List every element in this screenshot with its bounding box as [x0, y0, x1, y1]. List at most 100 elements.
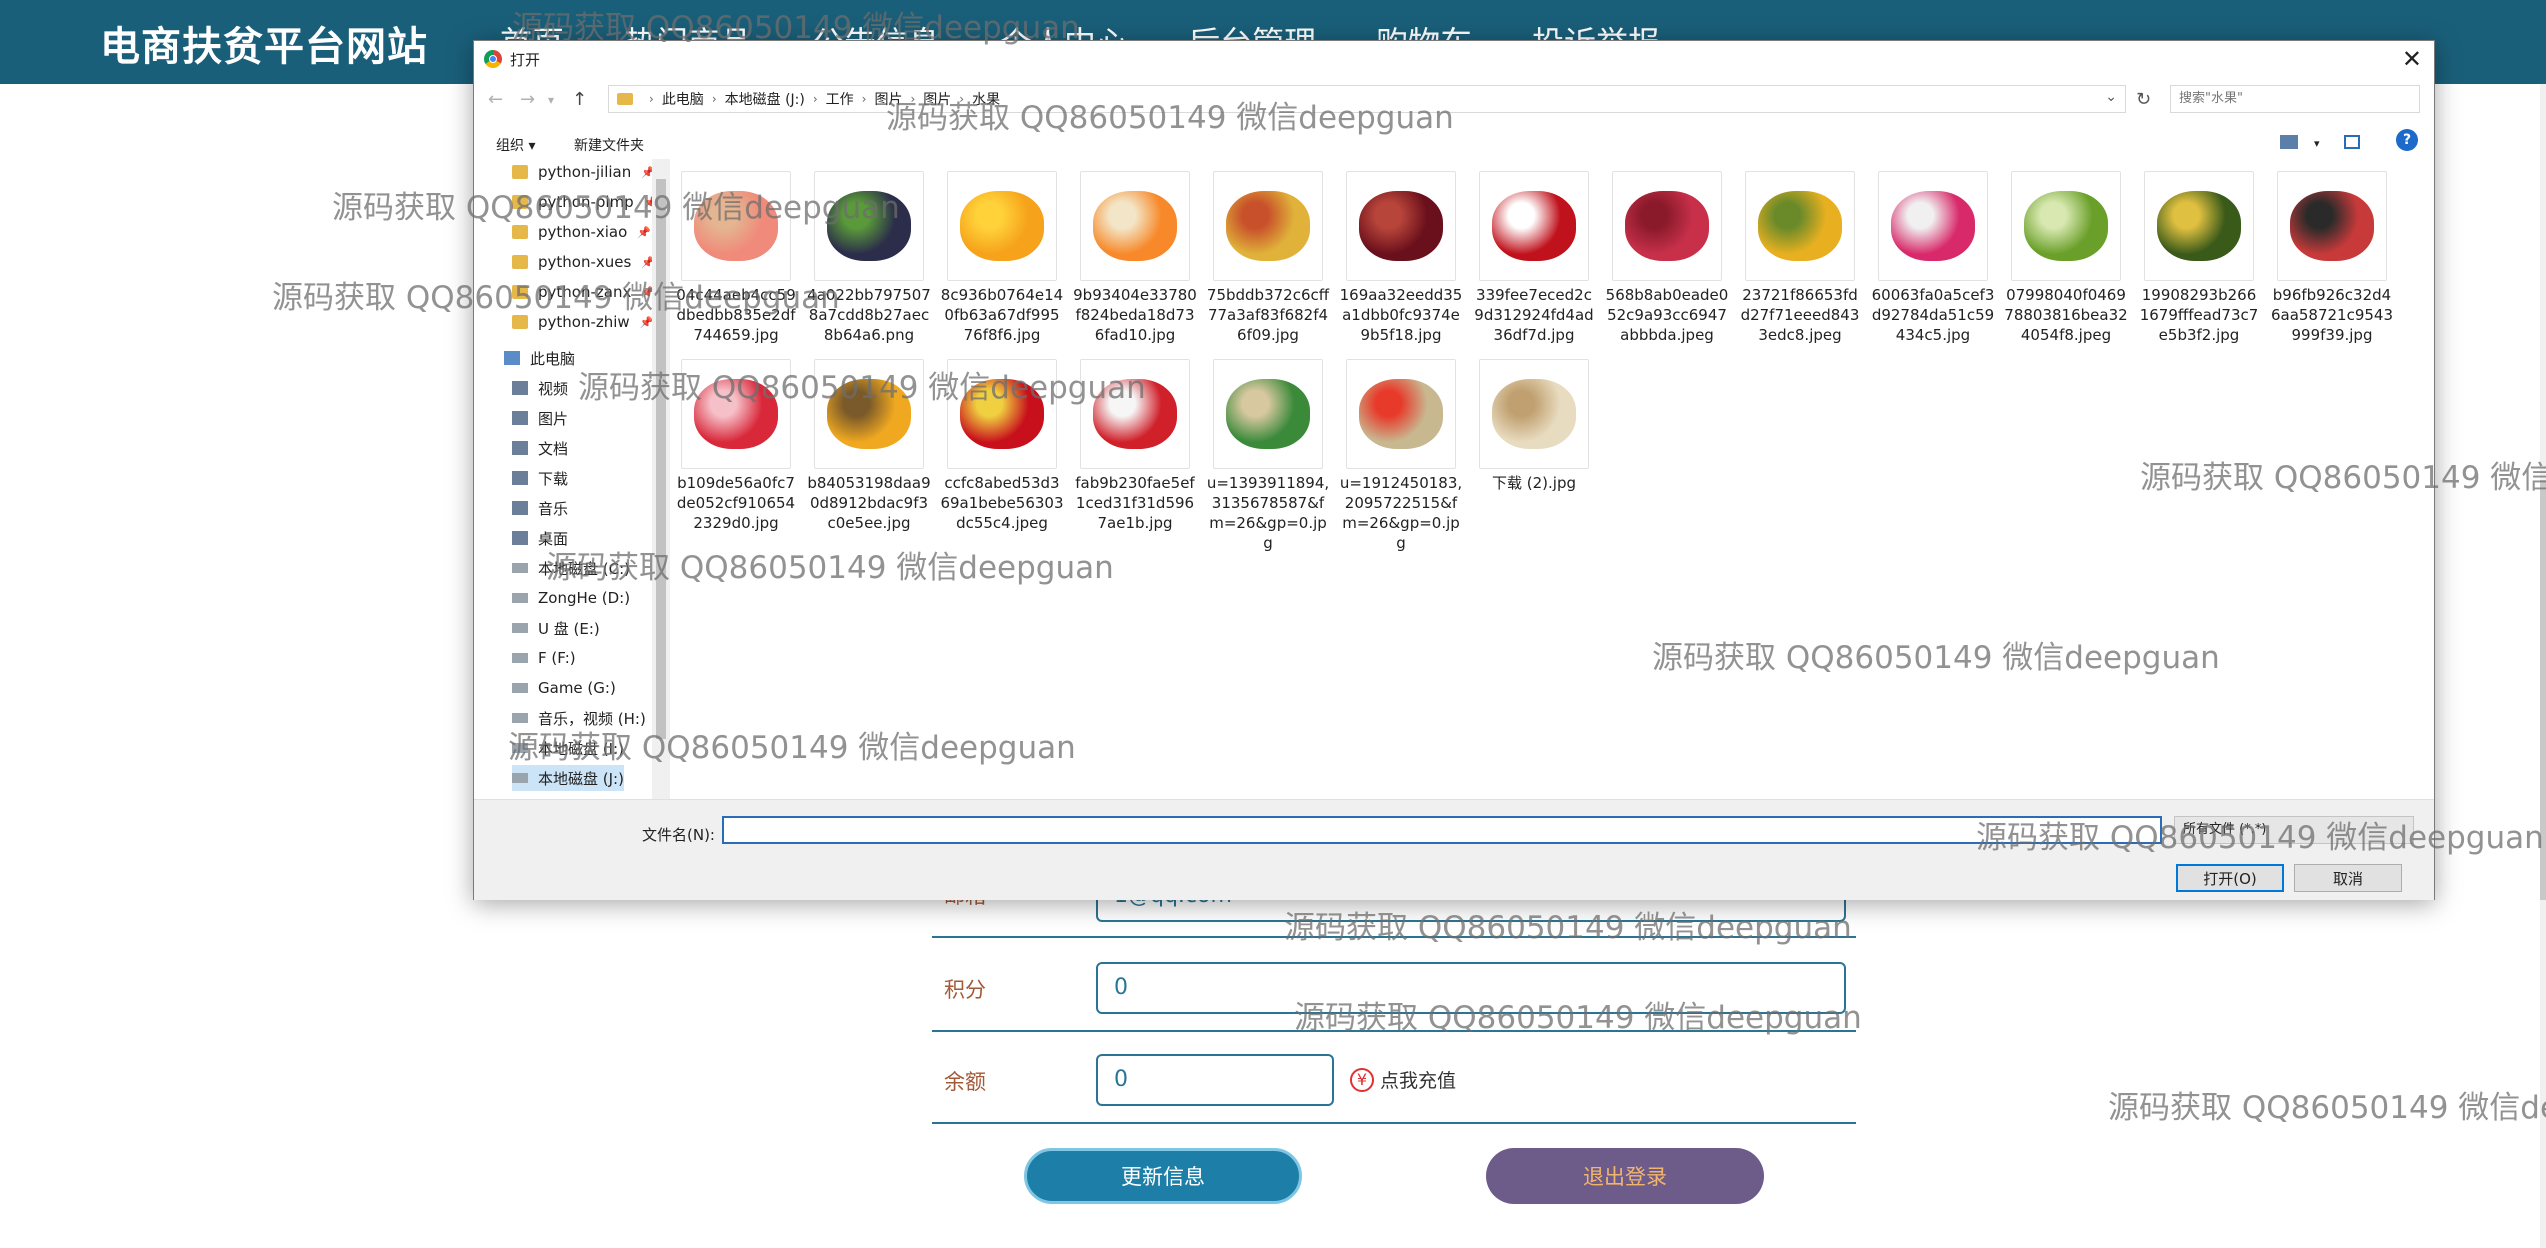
file-item[interactable]: 8c936b0764e140fb63a67df99576f8f6.jpg [940, 171, 1064, 345]
fruit-image [1093, 191, 1177, 261]
drive-icon [512, 653, 528, 663]
new-folder-button[interactable]: 新建文件夹 [574, 135, 644, 155]
file-item[interactable]: u=1393911894,3135678587&fm=26&gp=0.jpg [1206, 359, 1330, 553]
sidebar-item-label: U 盘 (E:) [538, 619, 600, 638]
file-item[interactable]: 169aa32eedd35a1dbb0fc9374e9b5f18.jpg [1339, 171, 1463, 345]
balance-row: 余额 0 ¥ 点我充值 [932, 1036, 1856, 1124]
breadcrumb-drive-j[interactable]: 本地磁盘 (J:) [725, 89, 805, 109]
file-thumbnail [1346, 171, 1456, 281]
folder-icon [617, 93, 633, 105]
breadcrumb-pc[interactable]: 此电脑 [662, 89, 704, 109]
file-name: 339fee7eced2c9d312924fd4ad36df7d.jpg [1474, 286, 1594, 344]
fruit-image [2290, 191, 2374, 261]
lib-icon [512, 531, 528, 545]
up-arrow-icon[interactable]: ↑ [572, 89, 587, 110]
update-info-button[interactable]: 更新信息 [1024, 1148, 1302, 1204]
file-name: 60063fa0a5cef3d92784da51c59434c5.jpg [1871, 286, 1995, 344]
lib-icon [512, 501, 528, 515]
drive-icon [512, 593, 528, 603]
file-item[interactable]: u=1912450183,2095722515&fm=26&gp=0.jpg [1339, 359, 1463, 553]
sidebar-item[interactable]: Game (G:) [512, 675, 616, 701]
folder-icon [512, 255, 528, 269]
file-item[interactable]: 339fee7eced2c9d312924fd4ad36df7d.jpg [1472, 171, 1596, 345]
points-label: 积分 [944, 978, 986, 1002]
balance-input[interactable]: 0 [1096, 1054, 1334, 1106]
watermark: 源码获取 QQ86050149 微信deepguan [2108, 1090, 2546, 1126]
cancel-button[interactable]: 取消 [2294, 864, 2402, 892]
breadcrumb-work[interactable]: 工作 [826, 89, 854, 109]
file-name: 23721f86653fdd27f71eeed8433edc8.jpeg [1740, 286, 1860, 344]
file-item[interactable]: 下载 (2).jpg [1472, 359, 1596, 493]
file-thumbnail [1080, 171, 1190, 281]
sidebar-item-label: 音乐 [538, 499, 569, 518]
chevron-down-icon[interactable]: ⌄ [2105, 89, 2117, 105]
drive-icon [512, 773, 528, 783]
file-item[interactable]: 75bddb372c6cff77a3af83f682f46f09.jpg [1206, 171, 1330, 345]
fruit-image [1359, 379, 1443, 449]
file-item[interactable]: 23721f86653fdd27f71eeed8433edc8.jpeg [1738, 171, 1862, 345]
file-item[interactable]: 9b93404e33780f824beda18d736fad10.jpg [1073, 171, 1197, 345]
sidebar-item-label: ZongHe (D:) [538, 589, 631, 607]
file-item[interactable]: 07998040f046978803816bea324054f8.jpeg [2004, 171, 2128, 345]
file-name: 568b8ab0eade052c9a93cc6947abbbda.jpeg [1605, 286, 1729, 344]
sidebar-item-label: python-xues [538, 253, 632, 271]
fruit-image [1492, 379, 1576, 449]
back-arrow-icon[interactable]: ← [488, 89, 503, 110]
view-options-icon[interactable] [2280, 135, 2298, 149]
forward-arrow-icon[interactable]: → [520, 89, 535, 110]
sidebar-item-label: 视频 [538, 379, 569, 398]
sidebar-item[interactable]: F (F:) [512, 645, 576, 671]
sidebar-item[interactable]: 视频 [512, 375, 568, 401]
search-input[interactable]: 搜索"水果" [2170, 85, 2420, 113]
file-thumbnail [1612, 171, 1722, 281]
sidebar-item-label: python-jilian [538, 163, 632, 181]
file-thumbnail [2144, 171, 2254, 281]
help-icon[interactable]: ? [2396, 129, 2418, 151]
site-title[interactable]: 电商扶贫平台网站 [100, 14, 428, 72]
file-thumbnail [1878, 171, 1988, 281]
lib-icon [512, 471, 528, 485]
preview-pane-icon[interactable] [2344, 135, 2360, 149]
filename-input[interactable] [722, 816, 2162, 844]
folder-icon [512, 315, 528, 329]
watermark: 源码获取 QQ86050149 微信deepguan [332, 190, 900, 226]
sidebar-item-label: 图片 [538, 409, 569, 428]
view-chevron-icon[interactable]: ▾ [2314, 137, 2320, 150]
logout-button[interactable]: 退出登录 [1486, 1148, 1764, 1204]
file-thumbnail [1213, 359, 1323, 469]
recharge-link[interactable]: ¥ 点我充值 [1350, 1066, 1456, 1093]
fruit-image [1758, 191, 1842, 261]
sidebar-item[interactable]: 图片 [512, 405, 568, 431]
sidebar-item[interactable]: 本地磁盘 (J:) [512, 765, 624, 791]
watermark: 源码获取 QQ86050149 微信deepguan [578, 370, 1146, 406]
file-thumbnail [947, 171, 1057, 281]
drive-icon [512, 623, 528, 633]
sidebar-item[interactable]: 下载 [512, 465, 568, 491]
file-item[interactable]: 568b8ab0eade052c9a93cc6947abbbda.jpeg [1605, 171, 1729, 345]
chrome-icon [484, 50, 502, 68]
sidebar-item[interactable]: 此电脑 [504, 345, 575, 371]
close-icon[interactable]: ✕ [2402, 45, 2422, 73]
file-thumbnail [1213, 171, 1323, 281]
file-thumbnail [1346, 359, 1456, 469]
organize-button[interactable]: 组织 ▾ [496, 135, 535, 155]
open-button[interactable]: 打开(O) [2176, 864, 2284, 892]
watermark: 源码获取 QQ86050149 微信deepguan [1976, 820, 2544, 856]
drive-icon [512, 683, 528, 693]
sidebar-item[interactable]: ZongHe (D:) [512, 585, 630, 611]
file-item[interactable]: 19908293b2661679fffead73c7e5b3f2.jpg [2137, 171, 2261, 345]
watermark: 源码获取 QQ86050149 微信deepguan [1652, 640, 2220, 676]
file-name: ccfc8abed53d369a1bebe56303dc55c4.jpeg [940, 474, 1064, 532]
sidebar-item[interactable]: 音乐 [512, 495, 568, 521]
recent-chevron-icon[interactable]: ▾ [548, 93, 554, 107]
sidebar-item[interactable]: U 盘 (E:) [512, 615, 600, 641]
file-name: 9b93404e33780f824beda18d736fad10.jpg [1073, 286, 1197, 344]
watermark: 源码获取 QQ86050149 微信deepguan [2140, 460, 2546, 496]
navigation-pane-scroll-thumb[interactable] [656, 179, 666, 739]
sidebar-item-label: 本地磁盘 (J:) [538, 769, 624, 788]
file-thumbnail [1479, 359, 1589, 469]
refresh-icon[interactable]: ↻ [2136, 89, 2151, 110]
file-item[interactable]: 60063fa0a5cef3d92784da51c59434c5.jpg [1871, 171, 1995, 345]
sidebar-item[interactable]: 文档 [512, 435, 568, 461]
file-item[interactable]: b96fb926c32d46aa58721c9543999f39.jpg [2270, 171, 2394, 345]
